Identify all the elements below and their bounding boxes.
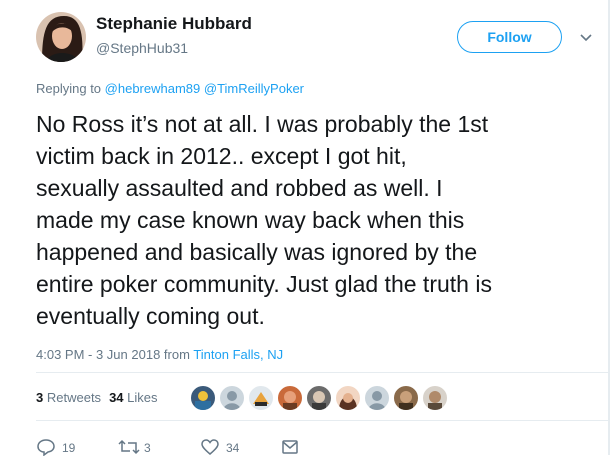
author-handle[interactable]: @StephHub31 — [96, 40, 188, 56]
liker-avatar[interactable] — [335, 385, 361, 411]
author-avatar[interactable] — [36, 12, 86, 62]
retweet-count: 3 — [144, 441, 151, 455]
tweet-line: No Ross it’s not at all. I was probably … — [36, 111, 489, 137]
tweet-meta: 4:03 PM - 3 Jun 2018 from Tinton Falls, … — [36, 347, 283, 362]
author-name[interactable]: Stephanie Hubbard — [96, 14, 252, 34]
timestamp[interactable]: 4:03 PM - 3 Jun 2018 from — [36, 347, 190, 362]
retweets-count: 3 — [36, 390, 44, 405]
follow-button[interactable]: Follow — [457, 21, 562, 53]
liker-avatar[interactable] — [190, 385, 216, 411]
reply-icon — [37, 439, 55, 456]
liker-avatar[interactable] — [219, 385, 245, 411]
envelope-icon — [282, 440, 298, 454]
location-link[interactable]: Tinton Falls, NJ — [193, 347, 283, 362]
tweet-line: sexually assaulted and robbed as well. I — [36, 175, 443, 201]
reply-count: 19 — [62, 441, 76, 455]
heart-icon — [201, 439, 219, 455]
liker-avatar[interactable] — [393, 385, 419, 411]
retweets-stat[interactable]: 3 Retweets — [36, 390, 101, 405]
liker-avatar[interactable] — [306, 385, 332, 411]
replying-prefix: Replying to — [36, 81, 102, 96]
chevron-down-icon[interactable] — [578, 29, 594, 45]
engagement-stats: 3 Retweets 34 Likes — [36, 390, 158, 405]
tweet-line: eventually coming out. — [36, 303, 265, 329]
divider — [36, 420, 608, 421]
tweet-text: No Ross it’s not at all. I was probably … — [36, 108, 606, 332]
retweet-icon — [118, 439, 140, 455]
tweet-line: made my case known way back when this — [36, 207, 465, 233]
mention-link[interactable]: @hebrewham89 — [105, 81, 201, 96]
likes-stat[interactable]: 34 Likes — [109, 390, 157, 405]
divider — [36, 372, 608, 373]
tweet-line: victim back in 2012.. except I got hit, — [36, 143, 407, 169]
mention-link[interactable]: @TimReillyPoker — [204, 81, 304, 96]
liker-avatar[interactable] — [277, 385, 303, 411]
replying-to: Replying to @hebrewham89 @TimReillyPoker — [36, 81, 304, 96]
liker-avatar[interactable] — [364, 385, 390, 411]
liker-avatar[interactable] — [422, 385, 448, 411]
likes-count: 34 — [109, 390, 124, 405]
like-count: 34 — [226, 441, 240, 455]
liker-avatar[interactable] — [248, 385, 274, 411]
tweet-line: happened and basically was ignored by th… — [36, 239, 478, 265]
tweet-line: entire poker community. Just glad the tr… — [36, 271, 492, 297]
retweets-label: Retweets — [46, 390, 102, 405]
likes-label: Likes — [127, 390, 158, 405]
